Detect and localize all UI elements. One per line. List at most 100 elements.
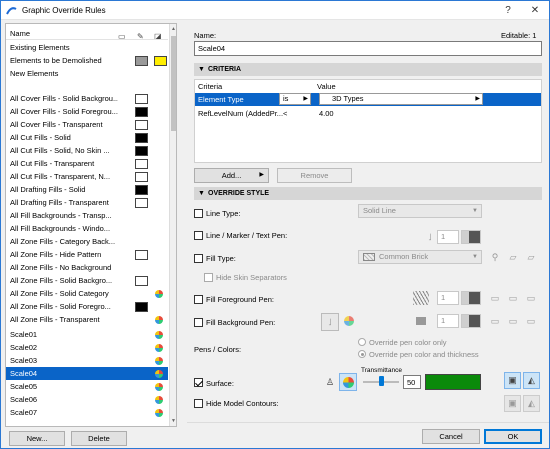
foreground-color-swatch xyxy=(135,275,148,286)
list-item[interactable]: All Cut Fills - Solid xyxy=(6,131,168,144)
hide-skin-label: Hide Skin Separators xyxy=(216,273,287,282)
override-color-only-radio[interactable] xyxy=(358,338,366,346)
transmittance-input[interactable] xyxy=(403,375,421,389)
list-item[interactable]: Scale07 xyxy=(6,406,168,419)
criteria-row-element-type[interactable]: Element Type is ▶ 3D Types ▶ xyxy=(195,93,541,106)
scrollbar-thumb[interactable] xyxy=(171,36,176,131)
fill-orientation-icon[interactable]: ⚲ xyxy=(487,250,503,264)
list-item[interactable]: Scale06 xyxy=(6,393,168,406)
list-item[interactable]: All Zone Fills - Solid Foregro... xyxy=(6,300,168,313)
help-icon[interactable]: ? xyxy=(495,2,521,19)
value-dropdown[interactable]: 3D Types ▶ xyxy=(319,93,483,105)
list-item[interactable]: Existing Elements xyxy=(6,41,168,54)
fg-pen-option2-icon[interactable]: ▭ xyxy=(505,291,521,305)
list-item[interactable]: All Zone Fills - Solid Backgro... xyxy=(6,274,168,287)
bg-pen-option2-icon[interactable]: ▭ xyxy=(505,314,521,328)
line-pen-number[interactable]: 1 xyxy=(437,230,459,244)
list-item[interactable]: All Fill Backgrounds - Transp... xyxy=(6,209,168,222)
list-item-label: New Elements xyxy=(10,69,59,78)
surface-color-swatch[interactable] xyxy=(425,374,481,390)
fill-type-label: Fill Type: xyxy=(206,254,236,263)
fill-fg-pen-swatch[interactable] xyxy=(461,291,481,305)
list-item[interactable]: All Zone Fills - Solid Category xyxy=(6,287,168,300)
list-item[interactable]: All Cover Fills - Solid Backgrou... xyxy=(6,92,168,105)
list-item[interactable]: Elements to be Demolished xyxy=(6,54,168,67)
list-item[interactable]: Scale03 xyxy=(6,354,168,367)
remove-criteria-button[interactable]: Remove xyxy=(277,168,352,183)
fill-bg-pen-swatch[interactable] xyxy=(461,314,481,328)
foreground-color-swatch xyxy=(135,132,148,143)
list-item-label: All Cut Fills - Solid xyxy=(10,133,71,142)
delete-button[interactable]: Delete xyxy=(71,431,127,446)
fill-fg-pen-checkbox[interactable] xyxy=(194,295,203,304)
cancel-button[interactable]: Cancel xyxy=(422,429,480,444)
contour-option1-icon[interactable]: ▣ xyxy=(504,395,521,412)
fill-fg-pen-label: Fill Foreground Pen: xyxy=(206,295,274,304)
list-item[interactable]: Scale05 xyxy=(6,380,168,393)
fill-distorted-icon[interactable]: ▱ xyxy=(523,250,539,264)
surface-checkbox[interactable] xyxy=(194,378,203,387)
list-item[interactable]: All Drafting Fills - Transparent xyxy=(6,196,168,209)
hide-contours-checkbox[interactable] xyxy=(194,399,203,408)
list-item[interactable]: New Elements xyxy=(6,67,168,80)
list-item[interactable]: All Drafting Fills - Solid xyxy=(6,183,168,196)
line-pen-swatch[interactable] xyxy=(461,230,481,244)
list-item[interactable]: All Cut Fills - Solid, No Skin ... xyxy=(6,144,168,157)
fill-fg-pen-number[interactable]: 1 xyxy=(437,291,459,305)
fill-type-checkbox[interactable] xyxy=(194,254,203,263)
list-item[interactable]: All Zone Fills - Hide Pattern xyxy=(6,248,168,261)
list-item[interactable]: All Zone Fills - No Background xyxy=(6,261,168,274)
list-item-label: All Zone Fills - Transparent xyxy=(10,315,100,324)
foreground-color-swatch xyxy=(135,119,148,130)
criteria-row-reflevel[interactable]: RefLevelNum (AddedPr... < 4.00 xyxy=(195,107,541,120)
list-item-label: Scale06 xyxy=(10,395,38,404)
surface-option2-icon[interactable]: ◭ xyxy=(523,372,540,389)
surface-color-picker-button[interactable] xyxy=(339,373,357,391)
override-color-thickness-radio[interactable] xyxy=(358,350,366,358)
close-icon[interactable]: ✕ xyxy=(522,2,548,19)
fill-angle-icon[interactable]: ▱ xyxy=(505,250,521,264)
list-item[interactable]: All Zone Fills - Transparent xyxy=(6,313,168,326)
list-item[interactable]: All Zone Fills - Category Back... xyxy=(6,235,168,248)
list-item[interactable]: Scale04 xyxy=(6,367,168,381)
bg-pen-option3-icon[interactable]: ▭ xyxy=(523,314,539,328)
list-item[interactable]: Scale02 xyxy=(6,341,168,354)
fill-bg-pen-checkbox[interactable] xyxy=(194,318,203,327)
fill-pattern-icon xyxy=(363,253,375,261)
fill-bg-pen-number[interactable]: 1 xyxy=(437,314,459,328)
operator-dropdown[interactable]: is ▶ xyxy=(279,93,311,105)
override-style-section-header[interactable]: ▼ OVERRIDE STYLE xyxy=(194,187,542,200)
hide-skin-checkbox[interactable] xyxy=(204,273,213,282)
add-criteria-button[interactable]: Add... ▶ xyxy=(194,168,269,183)
list-item[interactable]: All Cover Fills - Transparent xyxy=(6,118,168,131)
surface-label: Surface: xyxy=(206,379,234,388)
hide-contours-label: Hide Model Contours: xyxy=(206,399,279,408)
rules-list[interactable]: Name ▭ ✎ ◪ Existing Elements Elements to … xyxy=(5,23,177,427)
list-item[interactable]: All Cover Fills - Solid Foregrou... xyxy=(6,105,168,118)
pen-set-icon[interactable]: ˩ xyxy=(321,313,339,331)
ok-button[interactable]: OK xyxy=(484,429,542,444)
color-wheel-icon[interactable] xyxy=(344,316,354,326)
fill-type-dropdown[interactable]: Common Brick ▼ xyxy=(358,250,482,264)
list-scrollbar[interactable]: ▲ ▼ xyxy=(169,24,176,426)
contour-option2-icon[interactable]: ◭ xyxy=(523,395,540,412)
list-item[interactable]: All Cut Fills - Transparent, N... xyxy=(6,170,168,183)
list-item[interactable]: All Fill Backgrounds - Windo... xyxy=(6,222,168,235)
list-item-label: Scale07 xyxy=(10,408,38,417)
transmittance-slider-thumb[interactable] xyxy=(379,376,384,386)
line-type-dropdown[interactable]: Solid Line ▼ xyxy=(358,204,482,218)
list-item-label: All Zone Fills - Category Back... xyxy=(10,237,116,246)
list-item-label: All Zone Fills - Solid Foregro... xyxy=(10,302,111,311)
fg-pen-option1-icon[interactable]: ▭ xyxy=(487,291,503,305)
foreground-color-swatch xyxy=(135,249,148,260)
surface-option1-icon[interactable]: ▣ xyxy=(504,372,521,389)
bg-pen-option1-icon[interactable]: ▭ xyxy=(487,314,503,328)
list-item[interactable]: Scale01 xyxy=(6,328,168,341)
name-input[interactable] xyxy=(194,41,542,56)
line-pen-checkbox[interactable] xyxy=(194,231,203,240)
fg-pen-option3-icon[interactable]: ▭ xyxy=(523,291,539,305)
new-button[interactable]: New... xyxy=(9,431,65,446)
list-item[interactable]: All Cut Fills - Transparent xyxy=(6,157,168,170)
line-type-checkbox[interactable] xyxy=(194,209,203,218)
criteria-section-header[interactable]: ▼ CRITERIA xyxy=(194,63,542,76)
